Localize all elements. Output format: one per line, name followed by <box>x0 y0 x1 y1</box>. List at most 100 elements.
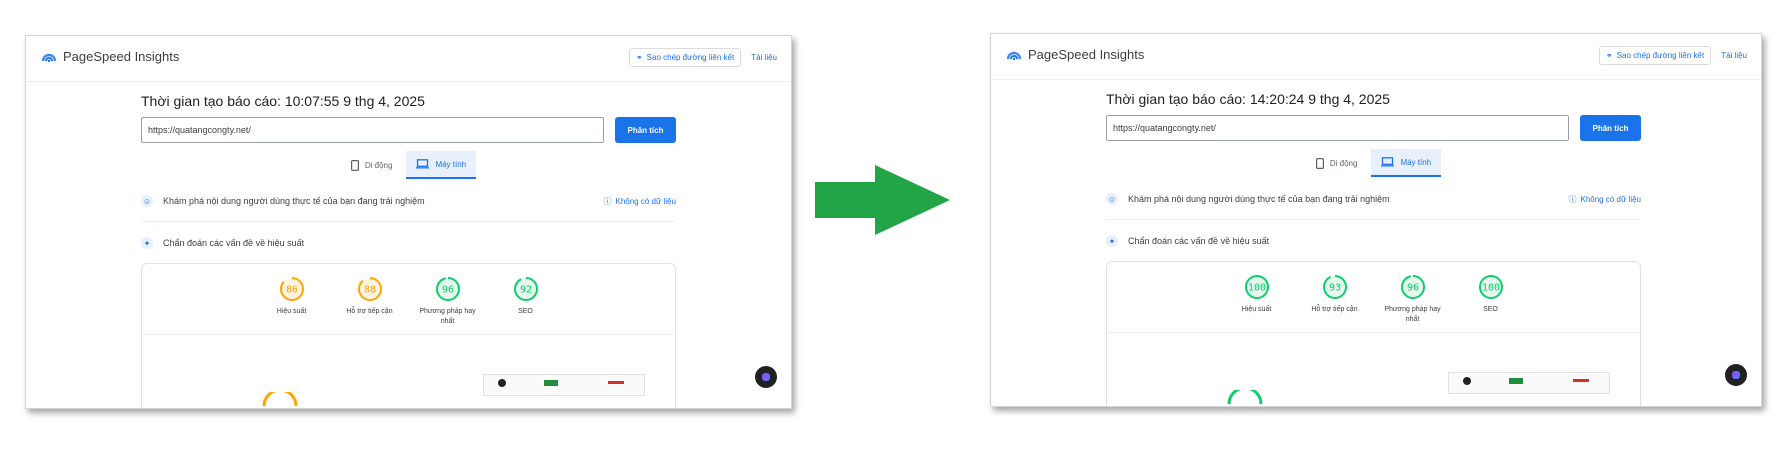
field-data-text: Khám phá nội dung người dùng thực tế của… <box>1128 194 1390 204</box>
psi-logo-icon <box>41 53 57 62</box>
score-value: 100 <box>1247 283 1265 294</box>
no-data-label: Không có dữ liệu <box>615 196 676 206</box>
score-gauge[interactable]: 96 Phương pháp hay nhất <box>1384 274 1442 325</box>
score-value: 93 <box>1328 283 1340 294</box>
score-gauge[interactable]: 100 SEO <box>1462 274 1520 325</box>
diagnose-title: Chẩn đoán các vấn đề về hiệu suất <box>163 238 305 248</box>
score-label: SEO <box>1483 306 1498 313</box>
score-gauge[interactable]: 88 Hỗ trợ tiếp cận <box>341 276 399 327</box>
device-tabs: Di động Máy tính <box>141 151 676 179</box>
score-gauge[interactable]: 100 Hiệu suất <box>1228 274 1286 325</box>
copy-link-button[interactable]: ⚭ Sao chép đường liên kết <box>628 48 742 67</box>
performance-gauge-partial <box>1227 390 1263 404</box>
score-value: 100 <box>1481 283 1499 294</box>
info-icon: ⓘ <box>603 196 612 206</box>
page-thumbnail-strip <box>483 374 645 396</box>
psi-screenshot-after: PageSpeed Insights ⚭ Sao chép đường liên… <box>990 33 1762 407</box>
score-label: Phương pháp hay nhất <box>1384 306 1441 323</box>
copy-link-label: Sao chép đường liên kết <box>1616 51 1705 60</box>
tab-mobile-label: Di động <box>1329 158 1358 168</box>
score-value: 86 <box>285 285 297 296</box>
diagnose-section: ✦ Chẩn đoán các vấn đề về hiệu suất <box>1106 231 1641 251</box>
psi-header: PageSpeed Insights ⚭ Sao chép đường liên… <box>26 36 791 82</box>
url-input[interactable] <box>1106 115 1569 141</box>
tab-mobile-label: Di động <box>364 160 393 170</box>
psi-header: PageSpeed Insights ⚭ Sao chép đường liên… <box>991 34 1761 80</box>
field-data-section: ☺ Khám phá nội dung người dùng thực tế c… <box>1106 189 1641 220</box>
copy-link-label: Sao chép đường liên kết <box>646 53 735 62</box>
link-icon: ⚭ <box>635 53 643 62</box>
performance-gauge-partial <box>262 392 298 406</box>
assistant-icon <box>762 373 770 381</box>
tab-mobile[interactable]: Di động <box>341 151 403 179</box>
tab-desktop-label: Máy tính <box>1400 157 1432 167</box>
score-value: 88 <box>363 285 375 296</box>
page-thumbnail-strip <box>1448 372 1610 394</box>
mobile-icon <box>350 159 359 171</box>
tab-desktop[interactable]: Máy tính <box>1371 149 1442 177</box>
lab-flask-icon: ✦ <box>141 237 153 249</box>
lab-flask-icon: ✦ <box>1106 235 1118 247</box>
copy-link-button[interactable]: ⚭ Sao chép đường liên kết <box>1598 46 1712 65</box>
card-divider <box>1107 332 1640 333</box>
score-label: Hiệu suất <box>276 308 307 315</box>
docs-link[interactable]: Tài liệu <box>747 53 777 62</box>
psi-brand-name: PageSpeed Insights <box>63 49 180 64</box>
analyze-button[interactable]: Phân tích <box>615 117 676 143</box>
score-ring: 86 <box>279 277 304 301</box>
report-time: Thời gian tạo báo cáo: 10:07:55 9 thg 4,… <box>141 93 425 109</box>
assistant-fab[interactable] <box>1725 364 1747 386</box>
assistant-icon <box>1732 371 1740 379</box>
score-value: 96 <box>1406 283 1418 294</box>
score-value: 92 <box>519 285 531 296</box>
score-ring: 100 <box>1478 275 1503 299</box>
people-icon: ☺ <box>141 195 153 207</box>
score-ring: 96 <box>1400 275 1425 299</box>
analyze-button[interactable]: Phân tích <box>1580 115 1641 141</box>
device-tabs: Di động Máy tính <box>1106 149 1641 177</box>
report-content: Thời gian tạo báo cáo: 14:20:24 9 thg 4,… <box>1106 79 1641 406</box>
field-data-section: ☺ Khám phá nội dung người dùng thực tế c… <box>141 191 676 222</box>
assistant-fab[interactable] <box>755 366 777 388</box>
psi-logo-icon <box>1006 51 1022 60</box>
score-card: 86 Hiệu suất 88 Hỗ trợ tiếp cận 96 Phương phá… <box>141 263 676 408</box>
score-ring: 92 <box>513 277 538 301</box>
score-card: 100 Hiệu suất 93 Hỗ trợ tiếp cận 96 Phương ph… <box>1106 261 1641 406</box>
psi-brand-name: PageSpeed Insights <box>1028 47 1145 62</box>
tab-desktop-label: Máy tính <box>435 159 467 169</box>
link-icon: ⚭ <box>1605 51 1613 60</box>
desktop-icon <box>1381 157 1395 167</box>
no-data-indicator[interactable]: ⓘ Không có dữ liệu <box>1568 194 1641 205</box>
score-gauges: 100 Hiệu suất 93 Hỗ trợ tiếp cận 96 Phương ph… <box>1107 274 1640 325</box>
docs-link[interactable]: Tài liệu <box>1717 51 1747 60</box>
no-data-indicator[interactable]: ⓘ Không có dữ liệu <box>603 196 676 207</box>
people-icon: ☺ <box>1106 193 1118 205</box>
card-divider <box>142 334 675 335</box>
score-label: Hỗ trợ tiếp cận <box>1311 306 1358 313</box>
score-ring: 93 <box>1322 275 1347 299</box>
score-gauge[interactable]: 92 SEO <box>497 276 555 327</box>
score-value: 96 <box>441 285 453 296</box>
score-gauge[interactable]: 93 Hỗ trợ tiếp cận <box>1306 274 1364 325</box>
mobile-icon <box>1315 157 1324 169</box>
no-data-label: Không có dữ liệu <box>1580 194 1641 204</box>
score-gauge[interactable]: 96 Phương pháp hay nhất <box>419 276 477 327</box>
info-icon: ⓘ <box>1568 194 1577 204</box>
score-label: Phương pháp hay nhất <box>419 308 476 325</box>
score-ring: 96 <box>435 277 460 301</box>
diagnose-title: Chẩn đoán các vấn đề về hiệu suất <box>1128 236 1270 246</box>
score-gauge[interactable]: 86 Hiệu suất <box>263 276 321 327</box>
score-gauges: 86 Hiệu suất 88 Hỗ trợ tiếp cận 96 Phương phá… <box>142 276 675 327</box>
psi-logo[interactable]: PageSpeed Insights <box>1006 47 1144 62</box>
url-input[interactable] <box>141 117 604 143</box>
desktop-icon <box>416 159 430 169</box>
field-data-text: Khám phá nội dung người dùng thực tế của… <box>163 196 425 206</box>
score-label: Hỗ trợ tiếp cận <box>346 308 393 315</box>
tab-desktop[interactable]: Máy tính <box>406 151 477 179</box>
psi-screenshot-before: PageSpeed Insights ⚭ Sao chép đường liên… <box>25 35 792 409</box>
score-ring: 88 <box>357 277 382 301</box>
psi-logo[interactable]: PageSpeed Insights <box>41 49 179 64</box>
diagnose-section: ✦ Chẩn đoán các vấn đề về hiệu suất <box>141 233 676 253</box>
arrow-shape <box>815 165 950 235</box>
tab-mobile[interactable]: Di động <box>1306 149 1368 177</box>
